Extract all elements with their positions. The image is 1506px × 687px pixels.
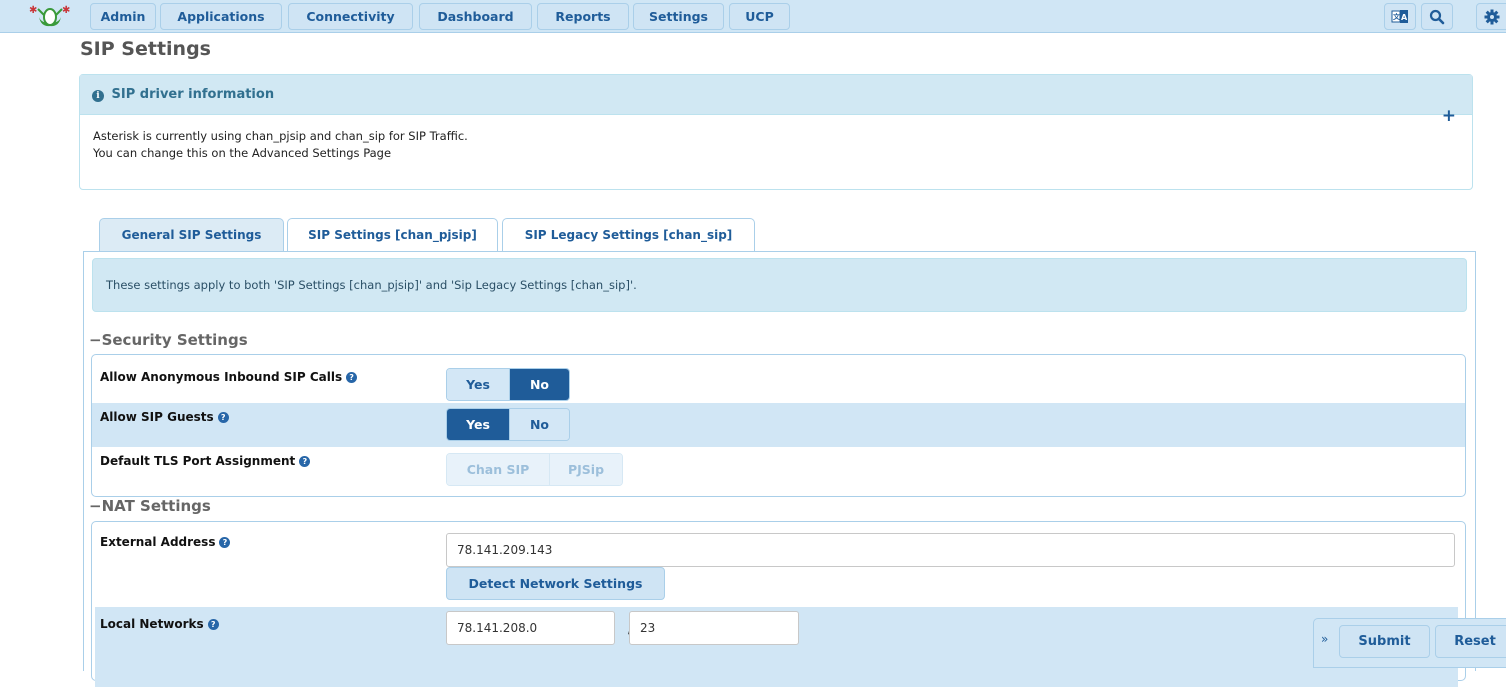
row-allow-anonymous: Allow Anonymous Inbound SIP Calls? Yes N… bbox=[92, 361, 1465, 403]
help-icon[interactable]: ? bbox=[346, 372, 358, 383]
settings-note: These settings apply to both 'SIP Settin… bbox=[92, 258, 1467, 312]
nav-applications[interactable]: Applications bbox=[160, 3, 282, 30]
reset-button[interactable]: Reset bbox=[1435, 625, 1506, 658]
language-button[interactable]: 文 A bbox=[1384, 3, 1416, 30]
search-icon bbox=[1429, 9, 1445, 25]
gear-icon bbox=[1484, 9, 1500, 25]
nav-admin[interactable]: Admin bbox=[90, 3, 156, 30]
row-external-address: External Address? Detect Network Setting… bbox=[92, 522, 1465, 607]
collapse-icon: − bbox=[89, 497, 102, 515]
allow-sip-guests-toggle: Yes No bbox=[446, 408, 570, 441]
top-navbar: ✱ ✱ Admin Applications Connectivity Dash… bbox=[0, 0, 1506, 33]
nav-settings[interactable]: Settings bbox=[633, 3, 724, 30]
help-icon[interactable]: ? bbox=[217, 412, 229, 423]
tab-sip-settings-pjsip[interactable]: SIP Settings [chan_pjsip] bbox=[287, 218, 498, 252]
allow-anonymous-label: Allow Anonymous Inbound SIP Calls bbox=[100, 370, 343, 384]
help-icon[interactable]: ? bbox=[299, 456, 311, 467]
tls-pjsip-option: PJSip bbox=[549, 454, 622, 485]
security-settings-box: Allow Anonymous Inbound SIP Calls? Yes N… bbox=[91, 354, 1466, 497]
nav-reports[interactable]: Reports bbox=[537, 3, 629, 30]
row-allow-sip-guests: Allow SIP Guests? Yes No bbox=[92, 403, 1465, 447]
external-address-label: External Address bbox=[100, 535, 216, 549]
nat-settings-title: NAT Settings bbox=[101, 497, 211, 515]
general-settings-panel: These settings apply to both 'SIP Settin… bbox=[83, 251, 1476, 687]
settings-button[interactable] bbox=[1476, 3, 1506, 30]
info-panel-title: SIP driver information bbox=[111, 87, 275, 102]
help-icon[interactable]: ? bbox=[207, 619, 219, 630]
nat-settings-box: External Address? Detect Network Setting… bbox=[91, 521, 1466, 687]
help-icon[interactable]: ? bbox=[219, 537, 231, 548]
tab-sip-legacy-settings[interactable]: SIP Legacy Settings [chan_sip] bbox=[502, 218, 755, 252]
submit-button[interactable]: Submit bbox=[1339, 625, 1430, 658]
nav-connectivity[interactable]: Connectivity bbox=[288, 3, 413, 30]
security-settings-header[interactable]: −Security Settings bbox=[89, 331, 248, 349]
expand-plus-icon[interactable]: + bbox=[1442, 106, 1456, 126]
allow-anonymous-yes[interactable]: Yes bbox=[447, 369, 509, 400]
local-network-cidr-input[interactable] bbox=[629, 611, 799, 645]
info-icon: i bbox=[92, 90, 104, 102]
search-button[interactable] bbox=[1421, 3, 1453, 30]
row-local-networks: Local Networks? / bbox=[95, 607, 1458, 687]
local-networks-label: Local Networks bbox=[100, 617, 204, 631]
detect-network-settings-button[interactable]: Detect Network Settings bbox=[446, 567, 665, 600]
default-tls-port-label: Default TLS Port Assignment bbox=[100, 454, 296, 468]
nav-dashboard[interactable]: Dashboard bbox=[419, 3, 532, 30]
allow-anonymous-no[interactable]: No bbox=[509, 369, 569, 400]
language-icon: 文 A bbox=[1391, 10, 1408, 23]
svg-text:✱: ✱ bbox=[62, 5, 70, 16]
allow-anonymous-toggle: Yes No bbox=[446, 368, 570, 401]
default-tls-port-toggle: Chan SIP PJSip bbox=[446, 453, 623, 486]
info-line-1: Asterisk is currently using chan_pjsip a… bbox=[93, 129, 468, 143]
row-default-tls-port: Default TLS Port Assignment? Chan SIP PJ… bbox=[92, 447, 1465, 495]
freepbx-logo-icon[interactable]: ✱ ✱ bbox=[25, 3, 75, 29]
allow-sip-guests-no[interactable]: No bbox=[509, 409, 569, 440]
info-panel-header[interactable]: i SIP driver information bbox=[80, 75, 1472, 115]
nat-settings-header[interactable]: −NAT Settings bbox=[89, 497, 211, 515]
svg-text:✱: ✱ bbox=[29, 5, 37, 16]
sip-driver-info-panel: i SIP driver information + Asterisk is c… bbox=[79, 74, 1473, 190]
tls-chan-sip-option: Chan SIP bbox=[447, 454, 549, 485]
svg-text:文: 文 bbox=[1393, 12, 1401, 21]
allow-sip-guests-label: Allow SIP Guests bbox=[100, 410, 214, 424]
svg-text:A: A bbox=[1401, 13, 1408, 22]
page-title: SIP Settings bbox=[80, 38, 211, 60]
collapse-icon: − bbox=[89, 331, 102, 349]
tab-general-sip-settings[interactable]: General SIP Settings bbox=[99, 218, 284, 252]
allow-sip-guests-yes[interactable]: Yes bbox=[447, 409, 509, 440]
expand-chevrons-icon[interactable]: » bbox=[1321, 632, 1328, 646]
security-settings-title: Security Settings bbox=[101, 331, 248, 349]
external-address-input[interactable] bbox=[446, 533, 1455, 567]
info-line-2: You can change this on the Advanced Sett… bbox=[93, 146, 392, 160]
local-network-address-input[interactable] bbox=[446, 611, 615, 645]
nav-ucp[interactable]: UCP bbox=[729, 3, 790, 30]
